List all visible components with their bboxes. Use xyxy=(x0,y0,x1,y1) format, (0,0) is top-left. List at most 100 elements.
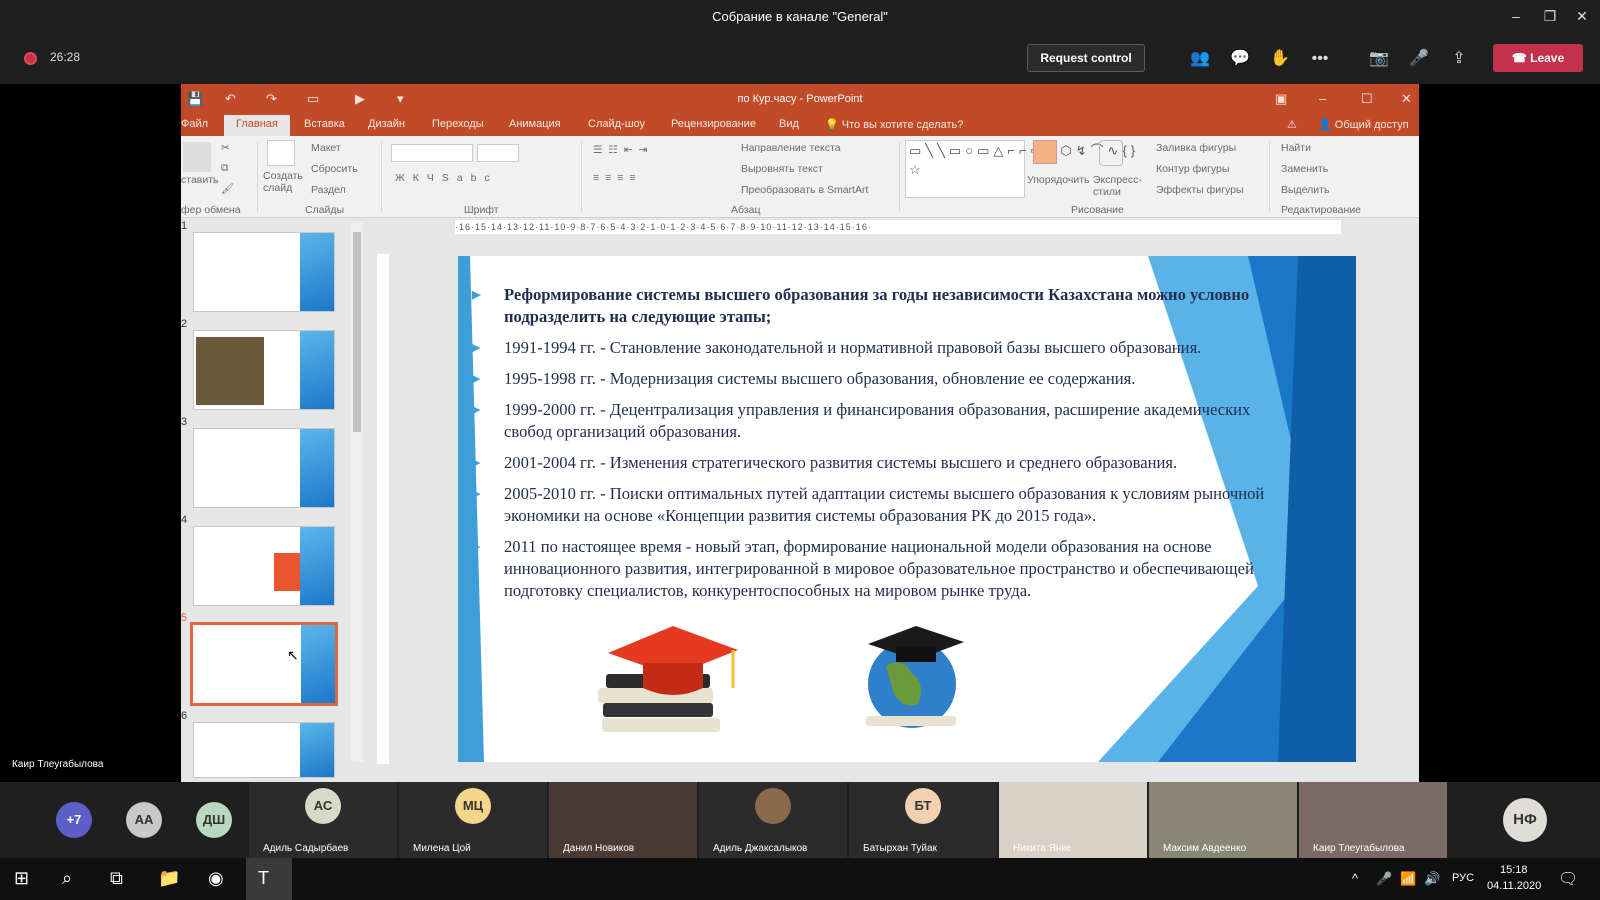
shape-outline-button[interactable]: Контур фигуры xyxy=(1156,163,1229,175)
mic-icon[interactable]: 🎤 xyxy=(1408,48,1430,70)
shape-fill-button[interactable]: Заливка фигуры xyxy=(1156,142,1236,154)
text-direction-button[interactable]: Направление текста xyxy=(741,142,841,154)
thumb-decoration xyxy=(300,527,334,605)
copy-icon[interactable]: ⧉ xyxy=(221,162,229,175)
tray-chevron-icon[interactable]: ^ xyxy=(1352,871,1358,886)
minimize-icon[interactable]: – xyxy=(1506,8,1526,24)
tell-me-box[interactable]: 💡 Что вы хотите сделать? xyxy=(825,118,963,131)
task-view-icon[interactable]: ⧉ xyxy=(110,868,123,889)
cut-icon[interactable]: ✂ xyxy=(221,142,230,154)
participant-tile[interactable]: Адиль Джаксалыков xyxy=(699,782,847,858)
slide-thumbnail[interactable] xyxy=(193,722,335,778)
arrange-icon[interactable] xyxy=(1033,140,1057,164)
quick-styles-button[interactable]: Экспресс-стили xyxy=(1093,174,1149,198)
shapes-gallery[interactable]: ▭╲╲▭○▭△⌐⌐⇨⇩⬡↯⌒∿{}☆ xyxy=(905,140,1135,198)
tab-insert[interactable]: Вставка xyxy=(304,118,345,130)
tab-view[interactable]: Вид xyxy=(779,118,799,130)
share-button[interactable]: 👤 Общий доступ xyxy=(1318,118,1409,131)
tab-file[interactable]: Файл xyxy=(181,118,208,130)
teams-icon[interactable]: T xyxy=(246,858,292,900)
tab-home[interactable]: Главная xyxy=(224,115,290,136)
slide-thumbnail[interactable] xyxy=(193,232,335,312)
convert-smartart-button[interactable]: Преобразовать в SmartArt xyxy=(741,184,868,196)
windows-start-icon[interactable]: ⊞ xyxy=(14,868,29,889)
participant-tile[interactable]: Максим Авдеенко xyxy=(1149,782,1297,858)
font-name-box[interactable] xyxy=(391,144,473,162)
more-actions-icon[interactable]: ••• xyxy=(1309,48,1331,70)
participant-tile[interactable]: МЦ Милена Цой xyxy=(399,782,547,858)
layout-button[interactable]: Макет xyxy=(311,142,341,154)
find-button[interactable]: Найти xyxy=(1281,142,1311,154)
chrome-icon[interactable]: ◉ xyxy=(208,868,224,889)
bullet-item: 2001-2004 гг. - Изменения стратегическог… xyxy=(472,452,1292,474)
tab-transitions[interactable]: Переходы xyxy=(432,118,484,130)
participant-tile[interactable]: Данил Новиков xyxy=(549,782,697,858)
close-icon[interactable]: ✕ xyxy=(1572,8,1592,25)
leave-button[interactable]: ☎ Leave xyxy=(1493,44,1583,72)
font-size-box[interactable] xyxy=(477,144,519,162)
thumbnail-scrollbar[interactable] xyxy=(351,222,363,762)
tab-design[interactable]: Дизайн xyxy=(368,118,405,130)
file-explorer-icon[interactable]: 📁 xyxy=(158,868,180,889)
leave-label: Leave xyxy=(1530,51,1565,65)
shape-effects-button[interactable]: Эффекты фигуры xyxy=(1156,184,1244,196)
notifications-icon[interactable]: 🗨 xyxy=(1558,869,1578,889)
thumb-decoration xyxy=(300,331,334,409)
new-slide-button[interactable]: Создать слайд xyxy=(263,170,305,194)
participants-icon[interactable]: 👥 xyxy=(1189,48,1211,70)
slide-thumbnail[interactable] xyxy=(193,330,335,410)
paste-icon[interactable] xyxy=(183,142,211,172)
scrollbar-thumb[interactable] xyxy=(353,232,361,432)
camera-off-icon[interactable]: 📷 xyxy=(1368,48,1390,70)
avatar[interactable]: НФ xyxy=(1503,798,1547,842)
list-icons[interactable]: ☰☷⇤⇥ xyxy=(593,144,653,156)
participant-name: Никита Янке xyxy=(1013,843,1072,854)
avatar[interactable]: ДШ xyxy=(196,802,232,838)
tab-animations[interactable]: Анимация xyxy=(509,118,561,130)
thumb-number: 1 xyxy=(181,220,188,232)
clock-time[interactable]: 15:18 xyxy=(1500,864,1528,876)
participant-tile[interactable]: АС Адиль Садырбаев xyxy=(249,782,397,858)
slide-thumbnail[interactable] xyxy=(193,526,335,606)
slide-thumbnail[interactable] xyxy=(193,428,335,508)
avatar[interactable]: АА xyxy=(126,802,162,838)
paste-button[interactable]: ставить xyxy=(181,174,219,186)
slide-canvas[interactable]: Реформирование системы высшего образован… xyxy=(458,256,1356,762)
input-language[interactable]: РУС xyxy=(1452,872,1474,884)
participant-tile[interactable]: Никита Янке xyxy=(999,782,1147,858)
ppt-maximize-icon[interactable]: ☐ xyxy=(1361,91,1373,107)
raise-hand-icon[interactable]: ✋ xyxy=(1269,48,1291,70)
thumb-decoration xyxy=(301,625,335,703)
select-button[interactable]: Выделить xyxy=(1281,184,1329,196)
participant-tile[interactable]: Каир Тлеугабылова xyxy=(1299,782,1447,858)
chat-icon[interactable]: 💬 xyxy=(1229,48,1251,70)
align-icons[interactable]: ≡≡≡≡ xyxy=(593,172,642,184)
search-icon[interactable]: ⌕ xyxy=(62,868,72,889)
request-control-button[interactable]: Request control xyxy=(1027,44,1145,72)
tray-mic-icon[interactable]: 🎤 xyxy=(1376,871,1392,887)
clock-date[interactable]: 04.11.2020 xyxy=(1487,880,1541,892)
format-painter-icon[interactable]: 🖌 xyxy=(221,182,234,195)
person-icon: 👤 xyxy=(1318,119,1335,131)
tab-slideshow[interactable]: Слайд-шоу xyxy=(588,118,645,130)
participant-tile[interactable]: БТ Батырхан Туйак xyxy=(849,782,997,858)
reset-button[interactable]: Сбросить xyxy=(311,163,358,175)
new-slide-icon[interactable] xyxy=(267,140,295,166)
slide-thumbnail-selected[interactable]: ↖ xyxy=(190,622,338,706)
section-button[interactable]: Раздел xyxy=(311,184,346,196)
share-screen-icon[interactable]: ⇪ xyxy=(1448,48,1470,70)
network-icon[interactable]: 📶 xyxy=(1400,871,1416,887)
ppt-close-icon[interactable]: ✕ xyxy=(1401,91,1412,107)
ribbon-display-icon[interactable]: ▣ xyxy=(1275,91,1287,107)
more-participants-badge[interactable]: +7 xyxy=(56,802,92,838)
graduation-cap-books-image xyxy=(598,626,738,732)
ppt-minimize-icon[interactable]: – xyxy=(1319,91,1326,106)
align-text-button[interactable]: Выровнять текст xyxy=(741,163,823,175)
replace-button[interactable]: Заменить xyxy=(1281,163,1328,175)
arrange-button[interactable]: Упорядочить xyxy=(1027,174,1089,186)
quick-styles-icon[interactable] xyxy=(1099,140,1123,166)
font-format-icons[interactable]: ЖКЧSabc xyxy=(395,172,498,184)
volume-icon[interactable]: 🔊 xyxy=(1424,871,1440,887)
tab-review[interactable]: Рецензирование xyxy=(671,118,756,130)
restore-icon[interactable]: ❐ xyxy=(1540,8,1560,25)
